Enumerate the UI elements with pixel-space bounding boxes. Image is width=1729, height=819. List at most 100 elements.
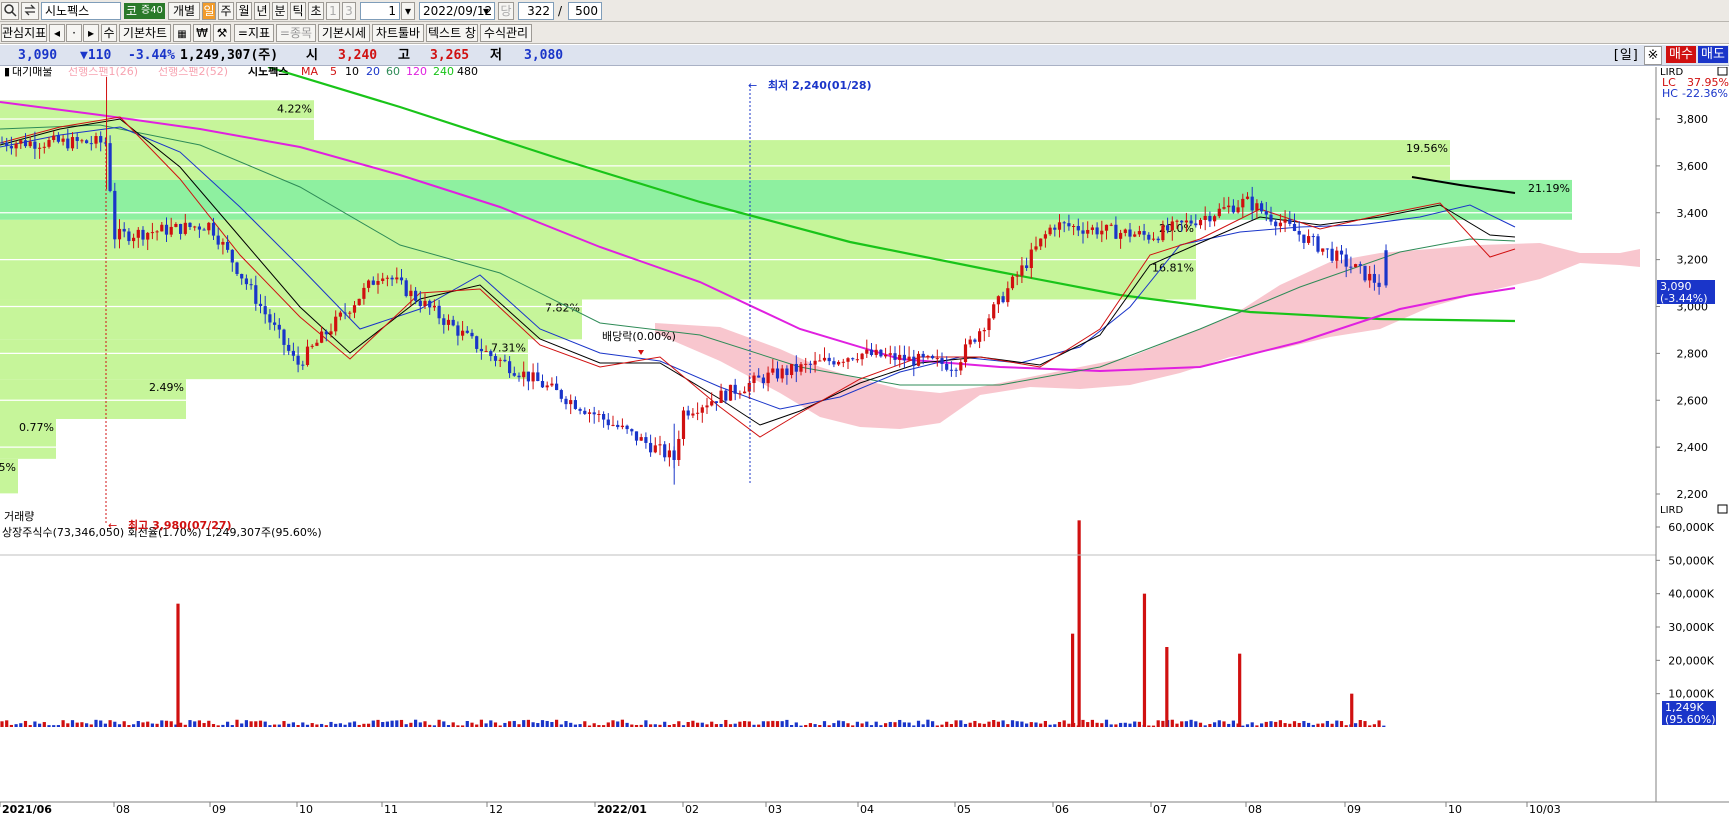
formula-manager-button[interactable]: 수식관리 [480,24,532,42]
volume-bar [1292,721,1297,727]
week-button[interactable]: 주 [218,2,234,20]
volume-bar [418,722,422,727]
x-tick-label: 06 [1055,803,1069,816]
volume-bar [902,722,906,727]
volume-bar [1133,721,1137,727]
period-3-button[interactable]: 3 [342,2,356,20]
candle-body [451,319,455,326]
volume-bar [446,725,451,727]
candle-body [602,414,606,420]
candle-body [489,351,493,357]
current-button[interactable]: 당 [498,2,514,20]
count-input[interactable]: 322 [518,2,554,20]
candle-body [818,360,822,362]
candle-body [1358,264,1362,266]
volume-bar [728,724,733,727]
volume-bar [884,723,888,727]
volume-bar [898,719,902,727]
candle-body [80,140,84,142]
volume-bar [80,722,84,727]
volume-bar [1368,725,1372,727]
swap-button[interactable] [21,2,39,20]
candle-body [1180,220,1184,223]
second-button[interactable]: 초 [308,2,324,20]
candle-body [470,332,474,337]
volume-tick-label: 40,000K [1668,588,1714,601]
candle-body [1344,254,1348,267]
volume-bar [282,721,286,727]
add-stock-button[interactable]: =종목 [276,24,316,42]
hc-label: HC [1662,87,1678,100]
candle-body [1227,205,1231,208]
text-window-button[interactable]: 텍스트 창 [426,24,478,42]
candle-body [757,375,761,378]
stock-chart[interactable]: 0.25%0.77%2.49%7.31%7.82%16.81%20.0%21.1… [0,64,1729,816]
volume-bar [536,723,540,727]
day-button[interactable]: 일 [202,2,216,20]
candle-body [1175,220,1179,222]
grid-button[interactable]: ▦ [173,24,191,42]
period-input[interactable]: 1 [360,2,400,20]
candle-body [19,140,23,144]
volume-bar [414,719,418,727]
chart-area[interactable]: 0.25%0.77%2.49%7.31%7.82%16.81%20.0%21.1… [0,64,1729,816]
volume-bar [1307,722,1311,727]
volume-bar [390,720,394,727]
candle-body [348,312,352,314]
nav-first-button[interactable]: ◂ [49,24,65,42]
basic-chart-button[interactable]: 기본차트 [119,24,171,42]
candle-body [1339,250,1344,255]
volume-bar [381,722,385,727]
volume-bar [818,725,822,727]
basic-quote-button[interactable]: 기본시세 [318,24,370,42]
nav-prev-button[interactable]: · [66,24,82,42]
volume-bar [160,720,164,727]
nav-next-button[interactable]: ▸ [83,24,99,42]
volume-bar [1238,653,1242,727]
add-index-button[interactable]: =지표 [234,24,274,42]
settings-button[interactable]: ※ [1644,46,1662,65]
legend-marker: ▮ [4,67,10,78]
volume-bar [766,721,770,727]
volume-bar [19,723,23,727]
stock-name-input[interactable]: 시노펙스 [41,2,121,20]
candle-body [785,368,789,376]
candle-body [329,331,333,335]
month-button[interactable]: 월 [236,2,252,20]
tick-button[interactable]: 틱 [290,2,306,20]
tool-button[interactable]: ⚒ [213,24,231,42]
minute-button[interactable]: 분 [272,2,288,20]
search-button[interactable] [1,2,19,20]
buy-button[interactable]: 매수 [1666,46,1696,63]
candle-body [677,438,681,460]
indicators-button[interactable]: 관심지표 [1,24,47,42]
sell-button[interactable]: 매도 [1698,46,1728,63]
individual-button[interactable]: 개별 [168,2,200,20]
date-dropdown[interactable]: ▾ [479,3,493,19]
volume-bar [841,721,845,727]
candle-body [1349,266,1353,268]
volume-bar [550,721,554,727]
volume-bar [564,721,568,727]
won-button[interactable]: ₩ [193,24,211,42]
count-total-input[interactable]: 500 [568,2,602,20]
volume-bar [28,725,32,727]
candle-body [414,290,418,301]
candle-body [846,358,850,362]
volume-bar [1156,720,1160,727]
period-dropdown[interactable]: ▾ [401,2,415,20]
volume-bar [1325,720,1329,727]
candle-body [108,143,112,191]
volume-bar [775,721,780,727]
volume-bar [992,719,996,727]
volume-bar [978,723,982,727]
chart-toolbar-button[interactable]: 차트툴바 [372,24,424,42]
candle-body [395,277,399,280]
candle-body [418,300,422,307]
candle-body [409,290,413,297]
volume-bar [846,723,850,727]
year-button[interactable]: 년 [254,2,270,20]
num-button[interactable]: 수 [101,24,117,42]
volume-bar [442,721,446,727]
period-1-button[interactable]: 1 [326,2,340,20]
